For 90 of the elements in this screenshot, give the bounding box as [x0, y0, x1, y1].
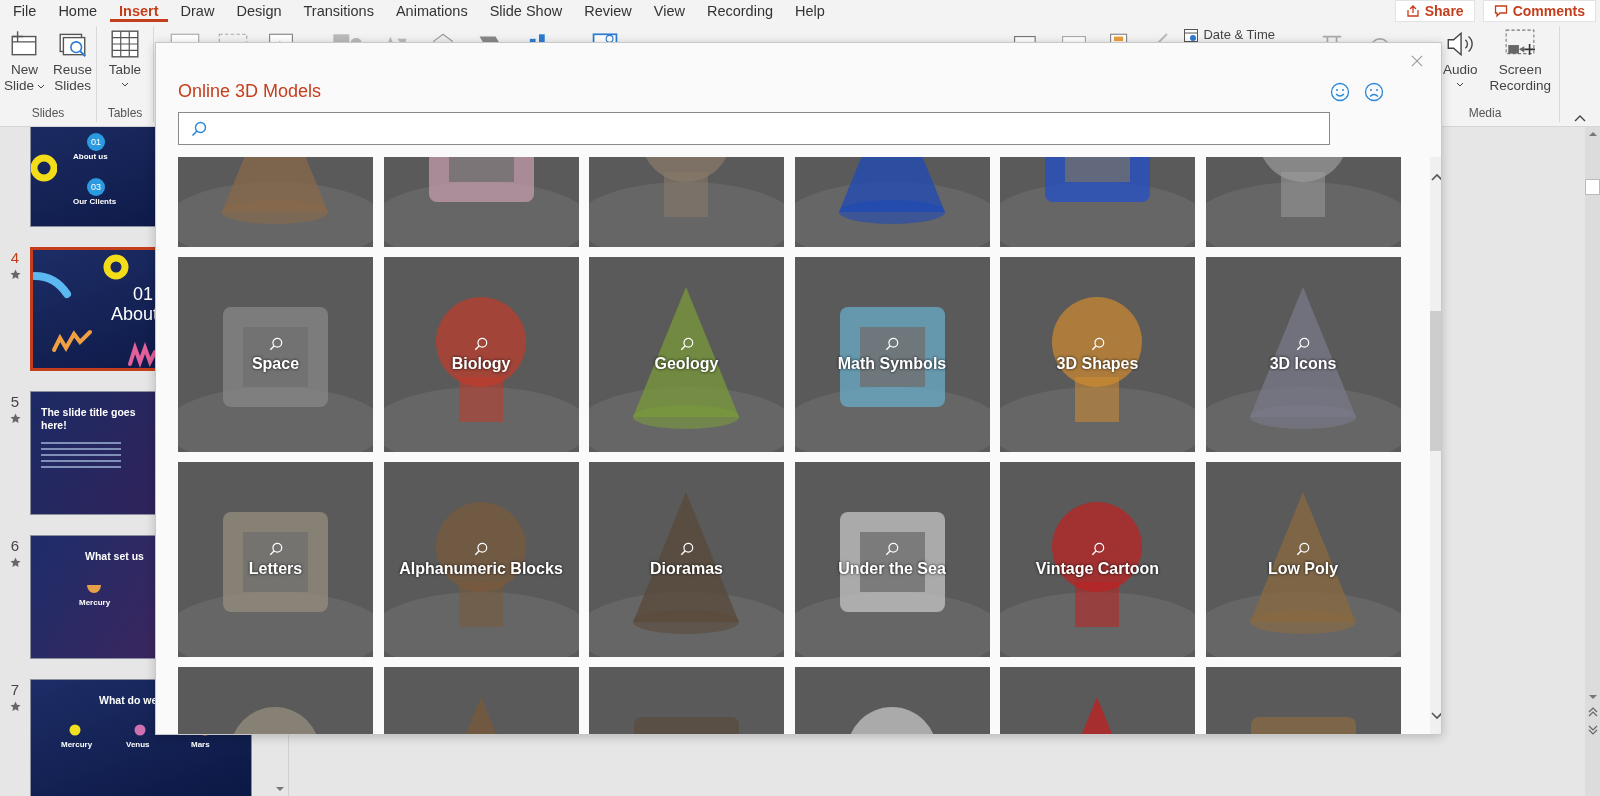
- caret-icon: [1456, 82, 1465, 87]
- squiggle-drawing: [51, 328, 93, 354]
- search-icon: [679, 336, 694, 351]
- planet-drawing: [134, 724, 146, 736]
- screen-recording-button[interactable]: Screen Recording: [1485, 26, 1556, 106]
- collapse-ribbon-icon[interactable]: [1574, 114, 1586, 122]
- number-badge: 01: [87, 133, 105, 151]
- category-tile[interactable]: Math Symbols: [794, 257, 990, 452]
- close-icon[interactable]: [1411, 55, 1423, 67]
- scrollbar-thumb[interactable]: [1585, 179, 1600, 195]
- ribbon-tab[interactable]: Animations: [386, 0, 477, 22]
- slide-title: The slide title goes here!: [41, 406, 137, 432]
- search-field[interactable]: [178, 112, 1330, 145]
- comment-icon: [1493, 4, 1508, 18]
- slide-text: Mars: [191, 740, 210, 749]
- category-tile[interactable]: 3D Shapes: [1000, 257, 1195, 452]
- ring-drawing: [31, 154, 57, 182]
- search-icon: [885, 541, 899, 556]
- ribbon-tab[interactable]: Help: [786, 0, 834, 22]
- search-icon: [1090, 336, 1105, 351]
- previous-slide-icon[interactable]: [1587, 706, 1598, 718]
- category-tile[interactable]: Alphanumeric Blocks: [383, 462, 579, 657]
- ribbon-tab[interactable]: Home: [49, 0, 107, 22]
- table-button[interactable]: Table: [104, 26, 146, 106]
- ribbon-tab[interactable]: Transitions: [294, 0, 383, 22]
- scroll-down-icon[interactable]: [275, 786, 285, 792]
- frown-icon[interactable]: [1364, 81, 1384, 102]
- category-tile[interactable]: Vintage Cartoon: [1000, 462, 1195, 657]
- share-button[interactable]: Share: [1394, 0, 1475, 22]
- ribbon-tab[interactable]: Slide Show: [480, 0, 572, 22]
- search-icon: [474, 336, 488, 351]
- ribbon-tab[interactable]: Recording: [697, 0, 783, 22]
- ribbon-tab[interactable]: Insert: [110, 0, 168, 22]
- scroll-down-icon[interactable]: [1430, 712, 1441, 720]
- search-icon: [1296, 541, 1310, 556]
- group-label: Tables: [107, 106, 143, 122]
- share-icon: [1405, 4, 1420, 18]
- ribbon-tab[interactable]: Review: [575, 0, 641, 22]
- audio-button[interactable]: Audio: [1438, 26, 1482, 106]
- slide-text: Our Clients: [73, 197, 117, 206]
- slide-text: 01: [133, 284, 154, 305]
- category-tile[interactable]: Space: [178, 257, 373, 452]
- bowl-drawing: [86, 584, 102, 594]
- ribbon-tab[interactable]: View: [644, 0, 694, 22]
- slide-text: Venus: [126, 740, 150, 749]
- search-icon: [1090, 541, 1105, 556]
- search-icon: [191, 120, 207, 137]
- tube-drawing: [33, 270, 73, 300]
- slide-title: What set us: [85, 550, 144, 563]
- slide-text: Mercury: [61, 740, 93, 749]
- category-tile[interactable]: Geology: [589, 257, 784, 452]
- comments-button[interactable]: Comments: [1482, 0, 1596, 22]
- search-icon: [885, 336, 899, 351]
- category-tile[interactable]: Dioramas: [589, 462, 784, 657]
- ribbon-tab[interactable]: Design: [227, 0, 291, 22]
- slide-number: 4: [10, 249, 20, 266]
- smile-icon[interactable]: [1330, 81, 1350, 102]
- category-tile[interactable]: 3D Icons: [1205, 257, 1401, 452]
- search-icon: [268, 336, 283, 351]
- table-icon: [109, 28, 141, 60]
- number-badge: 03: [87, 178, 105, 196]
- next-slide-icon[interactable]: [1587, 724, 1598, 736]
- slide-text: Mercury: [79, 598, 111, 607]
- group-label: Slides: [31, 106, 65, 122]
- ribbon-tab[interactable]: File: [4, 0, 46, 22]
- category-tile[interactable]: Low Poly: [1205, 462, 1401, 657]
- category-tile[interactable]: Letters: [178, 462, 373, 657]
- ribbon-tab[interactable]: Draw: [171, 0, 224, 22]
- scroll-down-icon[interactable]: [1587, 694, 1598, 700]
- slide-number: 5: [10, 393, 20, 410]
- category-tile[interactable]: Biology: [383, 257, 579, 452]
- dialog-title: Online 3D Models: [178, 81, 322, 102]
- planet-drawing: [69, 724, 81, 736]
- scrollbar-thumb[interactable]: [1430, 311, 1441, 451]
- search-icon: [268, 541, 283, 556]
- caret-icon: [121, 82, 129, 87]
- search-icon: [1296, 336, 1310, 351]
- search-icon: [474, 541, 488, 556]
- slide-text: About us: [73, 152, 108, 161]
- group-label: Media: [1468, 106, 1502, 122]
- new-slide-button[interactable]: New Slide: [0, 26, 49, 106]
- scroll-up-icon[interactable]: [1430, 173, 1441, 181]
- slide-number: 6: [10, 537, 20, 554]
- scroll-up-icon[interactable]: [1587, 131, 1598, 137]
- scribble-drawing: [127, 342, 157, 368]
- search-icon: [679, 541, 694, 556]
- reuse-slides-button[interactable]: Reuse Slides: [49, 26, 97, 106]
- ring-drawing: [103, 254, 129, 280]
- slide-number: 7: [10, 681, 20, 698]
- caret-icon: [37, 83, 45, 89]
